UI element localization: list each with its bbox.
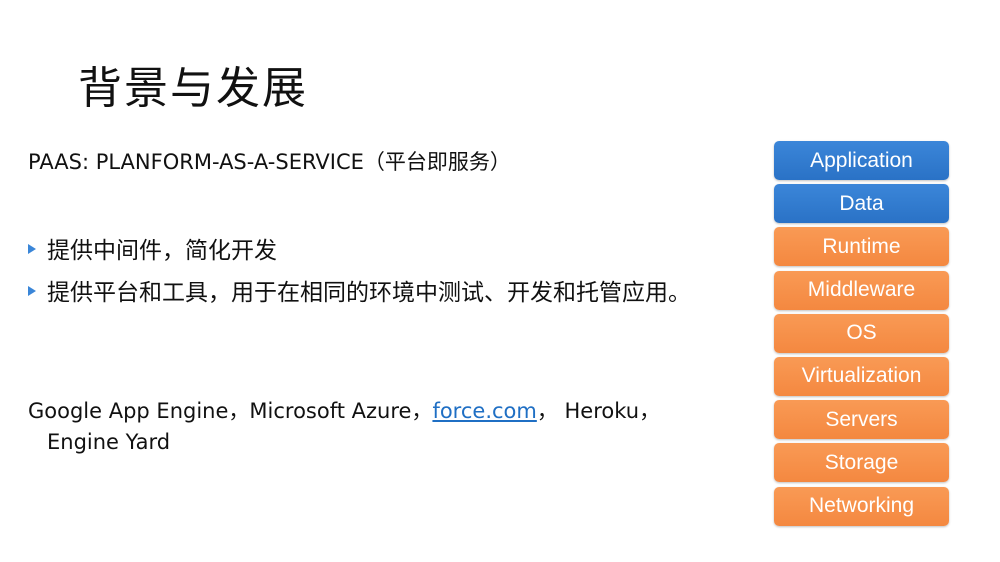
layer-data: Data — [774, 184, 949, 224]
layer-middleware: Middleware — [774, 270, 949, 310]
bullet-text: 提供平台和工具，用于在相同的环境中测试、开发和托管应用。 — [47, 280, 691, 306]
paas-layer-stack: Application Data Runtime Middleware OS V… — [774, 141, 949, 530]
bullet-triangle-icon — [28, 244, 36, 254]
bullet-text: 提供中间件，简化开发 — [47, 238, 277, 264]
force-com-link[interactable]: force.com — [432, 399, 536, 423]
bullet-item: 提供平台和工具，用于在相同的环境中测试、开发和托管应用。 — [28, 278, 748, 308]
layer-application: Application — [774, 141, 949, 180]
layer-os: OS — [774, 313, 949, 353]
layer-runtime: Runtime — [774, 227, 949, 267]
bullet-triangle-icon — [28, 286, 36, 296]
slide-title: 背景与发展 — [78, 63, 308, 114]
bullet-list: 提供中间件，简化开发 提供平台和工具，用于在相同的环境中测试、开发和托管应用。 — [28, 236, 748, 320]
vendor-text: ， Heroku， — [536, 399, 661, 423]
vendor-list: Google App Engine，Microsoft Azure，force.… — [28, 396, 768, 458]
layer-virtualization: Virtualization — [774, 356, 949, 396]
layer-storage: Storage — [774, 443, 949, 483]
slide-subtitle: PAAS: PLANFORM-AS-A-SERVICE（平台即服务） — [28, 150, 511, 174]
bullet-item: 提供中间件，简化开发 — [28, 236, 748, 266]
vendor-text: Engine Yard — [47, 430, 171, 454]
vendor-text: Google App Engine，Microsoft Azure， — [28, 399, 433, 423]
layer-servers: Servers — [774, 400, 949, 440]
layer-networking: Networking — [774, 486, 949, 526]
